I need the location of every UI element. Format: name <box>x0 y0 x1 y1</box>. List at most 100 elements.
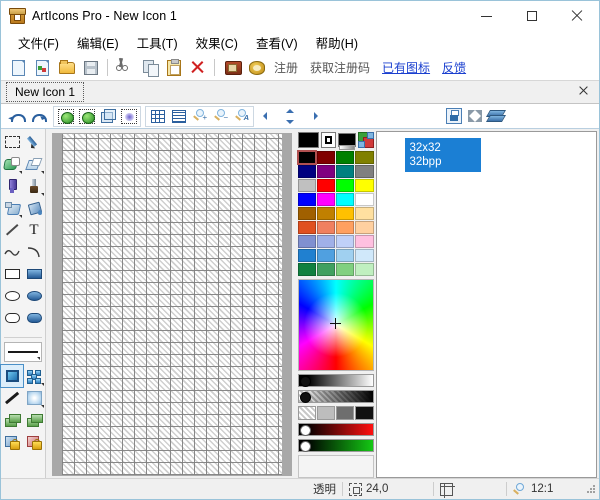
color-swatch[interactable] <box>298 263 316 276</box>
tool-rectangle-filled[interactable] <box>23 263 45 285</box>
delete-button[interactable] <box>185 56 209 78</box>
tool-scatter[interactable] <box>23 365 45 387</box>
tab-close-button[interactable] <box>577 84 591 98</box>
menu-view[interactable]: 查看(V) <box>247 31 307 54</box>
color-swatch[interactable] <box>317 179 335 192</box>
copy-button[interactable] <box>137 56 161 78</box>
tool-glow[interactable] <box>23 387 45 409</box>
icon-canvas[interactable] <box>62 134 282 475</box>
tool-ellipse-outline[interactable] <box>1 285 23 307</box>
open-button[interactable] <box>54 56 78 78</box>
alpha-preset-0[interactable] <box>298 406 316 420</box>
hsv-color-wheel[interactable] <box>298 279 374 371</box>
color-swatch[interactable] <box>317 249 335 262</box>
zoom-in-button[interactable]: + <box>189 106 210 126</box>
tool-gradient-line[interactable] <box>1 387 23 409</box>
color-swatch[interactable] <box>298 151 316 164</box>
redo-button[interactable] <box>27 106 48 126</box>
layers-button[interactable] <box>485 106 506 126</box>
gradient-swatch[interactable] <box>338 133 356 147</box>
color-swatch[interactable] <box>298 165 316 178</box>
new-image-button[interactable] <box>30 56 54 78</box>
color-swatch[interactable] <box>336 235 354 248</box>
menu-edit[interactable]: 编辑(E) <box>68 31 128 54</box>
color-swatch[interactable] <box>317 235 335 248</box>
color-swatch[interactable] <box>298 179 316 192</box>
alpha-slider[interactable] <box>298 390 374 403</box>
color-swatch[interactable] <box>355 193 373 206</box>
color-swatch[interactable] <box>355 235 373 248</box>
tool-lock-image[interactable] <box>1 431 23 453</box>
menu-help[interactable]: 帮助(H) <box>307 31 367 54</box>
register-label[interactable]: 注册 <box>274 59 298 76</box>
tool-rounded-rect-filled[interactable] <box>23 307 45 329</box>
color-swatch[interactable] <box>336 193 354 206</box>
color-swatch[interactable] <box>355 221 373 234</box>
color-swatch[interactable] <box>317 221 335 234</box>
slider-knob[interactable] <box>300 392 311 403</box>
tool-rounded-rect-outline[interactable] <box>1 307 23 329</box>
grid-toggle-button[interactable] <box>147 106 168 126</box>
cut-button[interactable] <box>113 56 137 78</box>
slider-knob[interactable] <box>300 376 311 387</box>
color-swatch[interactable] <box>317 165 335 178</box>
color-mode-swatch[interactable] <box>321 132 337 148</box>
blur-button[interactable] <box>118 106 139 126</box>
slider-knob[interactable] <box>300 425 311 436</box>
zoom-actual-button[interactable]: A <box>231 106 252 126</box>
minimize-button[interactable] <box>464 1 509 31</box>
maximize-button[interactable] <box>509 1 554 31</box>
save-button[interactable] <box>78 56 102 78</box>
feedback-link[interactable]: 反馈 <box>442 59 466 76</box>
order-button[interactable] <box>244 56 268 78</box>
color-swatch[interactable] <box>336 249 354 262</box>
resize-grip[interactable] <box>585 483 597 495</box>
brightness-slider[interactable] <box>298 374 374 387</box>
color-swatch[interactable] <box>336 165 354 178</box>
alpha-preset-1[interactable] <box>317 406 335 420</box>
nav-left-button[interactable] <box>259 106 280 126</box>
nav-updown-button[interactable] <box>280 106 301 126</box>
tool-text[interactable]: T <box>23 219 45 241</box>
tool-fill[interactable] <box>23 197 45 219</box>
color-swatch[interactable] <box>336 179 354 192</box>
color-swatch[interactable] <box>336 263 354 276</box>
pixel-grid-button[interactable] <box>168 106 189 126</box>
undo-button[interactable] <box>6 106 27 126</box>
red-channel-slider[interactable] <box>298 423 374 436</box>
alpha-preset-2[interactable] <box>336 406 354 420</box>
tool-brush[interactable] <box>23 175 45 197</box>
color-swatch[interactable] <box>336 207 354 220</box>
color-swatch[interactable] <box>355 249 373 262</box>
menu-effects[interactable]: 效果(C) <box>187 31 247 54</box>
menu-tools[interactable]: 工具(T) <box>128 31 187 54</box>
tool-rect-select[interactable] <box>1 131 23 153</box>
color-swatch[interactable] <box>355 165 373 178</box>
tool-pencil[interactable] <box>23 131 45 153</box>
color-swatch[interactable] <box>336 221 354 234</box>
tool-rectangle-outline[interactable] <box>1 263 23 285</box>
filter-button[interactable] <box>464 106 485 126</box>
green-channel-slider[interactable] <box>298 439 374 452</box>
image-crop-button[interactable] <box>76 106 97 126</box>
tool-wave[interactable] <box>1 241 23 263</box>
color-swatch[interactable] <box>355 151 373 164</box>
list-item[interactable]: 32x32 32bpp <box>405 138 481 172</box>
tab-new-icon-1[interactable]: New Icon 1 <box>6 82 84 102</box>
register-button[interactable] <box>220 56 244 78</box>
close-button[interactable] <box>554 1 599 31</box>
tool-layer-back[interactable] <box>23 409 45 431</box>
new-icon-button[interactable] <box>6 56 30 78</box>
color-swatch[interactable] <box>298 235 316 248</box>
color-swatch[interactable] <box>298 207 316 220</box>
have-icons-link[interactable]: 已有图标 <box>382 59 430 76</box>
color-swatch[interactable] <box>355 263 373 276</box>
tool-fill-style[interactable] <box>1 365 23 387</box>
color-swatch[interactable] <box>336 151 354 164</box>
tool-ellipse-filled[interactable] <box>23 285 45 307</box>
tool-layer-front[interactable] <box>1 409 23 431</box>
tool-eraser[interactable] <box>23 153 45 175</box>
color-swatch[interactable] <box>298 249 316 262</box>
paste-button[interactable] <box>161 56 185 78</box>
three-d-button[interactable] <box>97 106 118 126</box>
